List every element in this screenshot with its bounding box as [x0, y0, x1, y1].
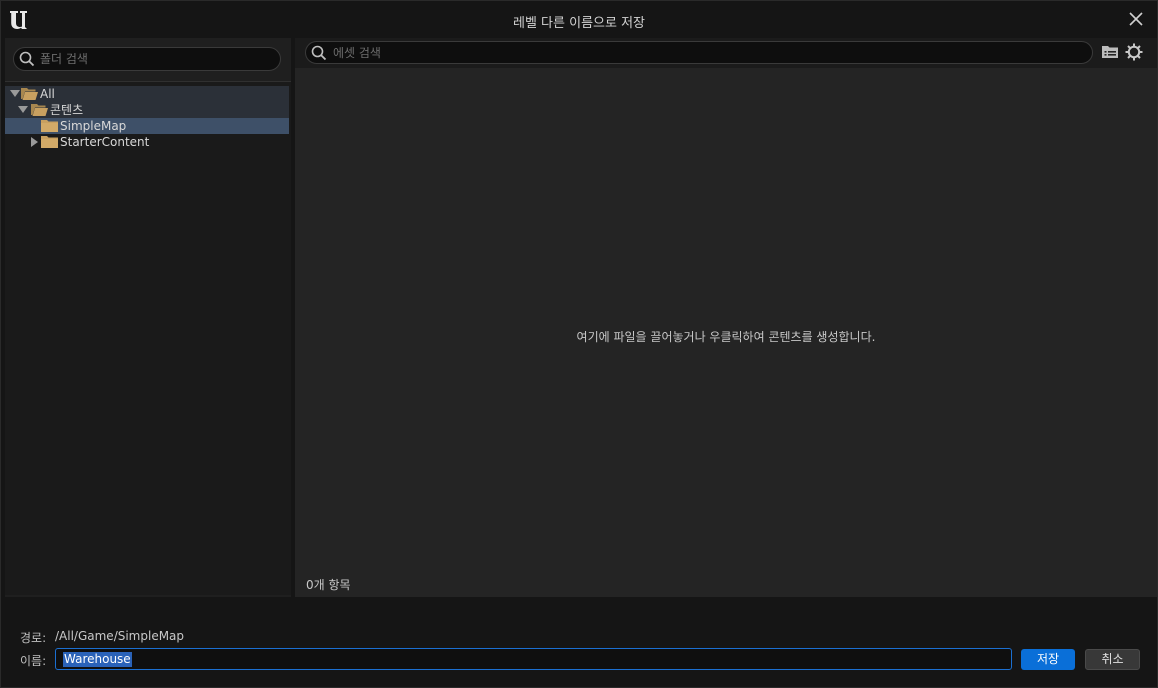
- path-value: /All/Game/SimpleMap: [55, 629, 185, 643]
- path-label: 경로:: [20, 631, 47, 645]
- collapse-arrow-icon[interactable]: [31, 137, 38, 147]
- name-input[interactable]: Warehouse: [55, 648, 1012, 670]
- folder-icon: [41, 120, 58, 132]
- asset-toolbar: [295, 38, 1157, 68]
- item-count: 0개 항목: [306, 578, 351, 592]
- expand-arrow-icon[interactable]: [10, 90, 20, 97]
- tree-item-all[interactable]: All: [5, 86, 289, 102]
- asset-panel[interactable]: 여기에 파일을 끌어놓거나 우클릭하여 콘텐츠를 생성합니다. 0개 항목: [295, 38, 1157, 597]
- dialog-title: 레벨 다른 이름으로 저장: [513, 16, 645, 31]
- search-icon: [311, 45, 327, 61]
- tree-item-content[interactable]: 콘텐츠: [5, 102, 289, 118]
- tree-item-label: 콘텐츠: [50, 103, 84, 117]
- tree-item-label: SimpleMap: [60, 119, 127, 133]
- tree-item-label: StarterContent: [60, 135, 150, 149]
- search-icon: [19, 51, 35, 67]
- save-level-as-dialog: 레벨 다른 이름으로 저장 All: [0, 0, 1158, 688]
- gear-icon[interactable]: [1125, 43, 1143, 61]
- tree-item-label: All: [40, 87, 55, 101]
- folder-open-icon: [31, 104, 48, 116]
- asset-search-box[interactable]: [305, 41, 1093, 64]
- save-options-bar: 경로: /All/Game/SimpleMap 이름: Warehouse 저장…: [5, 599, 1155, 685]
- asset-search-input[interactable]: [333, 44, 1073, 61]
- name-input-value[interactable]: Warehouse: [63, 652, 132, 667]
- title-bar[interactable]: 레벨 다른 이름으로 저장: [1, 1, 1157, 38]
- cancel-button[interactable]: 취소: [1085, 649, 1140, 670]
- save-button[interactable]: 저장: [1021, 649, 1075, 670]
- name-label: 이름:: [20, 654, 47, 668]
- folder-search-input[interactable]: [40, 50, 276, 68]
- empty-asset-hint: 여기에 파일을 끌어놓거나 우클릭하여 콘텐츠를 생성합니다.: [576, 330, 876, 344]
- folder-tree-toggle-icon[interactable]: [1101, 44, 1119, 60]
- tree-item-startercontent[interactable]: StarterContent: [5, 134, 289, 150]
- folder-tree: All 콘텐츠 SimpleMap StarterContent: [5, 81, 291, 595]
- tree-item-simplemap[interactable]: SimpleMap: [5, 118, 289, 134]
- folder-icon: [41, 136, 58, 148]
- folder-panel: All 콘텐츠 SimpleMap: [5, 38, 291, 597]
- close-icon[interactable]: [1129, 12, 1143, 26]
- folder-search-box[interactable]: [13, 47, 281, 71]
- expand-arrow-icon[interactable]: [18, 106, 28, 113]
- folder-open-icon: [21, 88, 38, 100]
